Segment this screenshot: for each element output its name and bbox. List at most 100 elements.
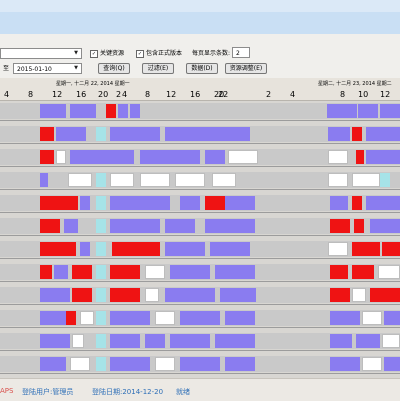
task-block[interactable] <box>145 288 159 302</box>
task-block[interactable] <box>96 173 106 187</box>
calendar-dropdown-icon[interactable]: ▼ <box>72 65 80 72</box>
task-block[interactable] <box>80 311 94 325</box>
task-block[interactable] <box>180 357 220 371</box>
task-block[interactable] <box>70 357 90 371</box>
task-block[interactable] <box>380 173 390 187</box>
task-block[interactable] <box>80 242 90 256</box>
task-block[interactable] <box>180 311 220 325</box>
task-block[interactable] <box>370 288 400 302</box>
resource-adjust-button[interactable]: 资源调整(E) <box>225 63 267 74</box>
task-block[interactable] <box>382 334 400 348</box>
task-block[interactable] <box>220 127 250 141</box>
resource-row[interactable] <box>0 285 400 305</box>
task-block[interactable] <box>366 127 400 141</box>
task-block[interactable] <box>175 173 205 187</box>
task-block[interactable] <box>140 173 170 187</box>
chevron-down-icon[interactable]: ▼ <box>72 50 80 57</box>
task-block[interactable] <box>56 127 86 141</box>
task-block[interactable] <box>220 288 256 302</box>
task-block[interactable] <box>106 104 116 118</box>
task-block[interactable] <box>68 173 92 187</box>
include-official-checkbox[interactable]: ✓ 包含正式版本 <box>136 49 182 58</box>
task-block[interactable] <box>40 173 48 187</box>
task-block[interactable] <box>110 357 150 371</box>
checkbox-checked-icon[interactable]: ✓ <box>136 49 144 58</box>
task-block[interactable] <box>205 196 225 210</box>
task-block[interactable] <box>96 127 106 141</box>
task-block[interactable] <box>328 242 348 256</box>
task-block[interactable] <box>328 150 348 164</box>
resource-row[interactable] <box>0 101 400 121</box>
task-block[interactable] <box>155 311 175 325</box>
task-block[interactable] <box>40 150 54 164</box>
task-block[interactable] <box>80 196 90 210</box>
task-block[interactable] <box>330 334 352 348</box>
task-block[interactable] <box>330 265 348 279</box>
task-block[interactable] <box>330 357 360 371</box>
task-block[interactable] <box>362 311 382 325</box>
task-block[interactable] <box>382 242 400 256</box>
task-block[interactable] <box>354 219 364 233</box>
task-block[interactable] <box>330 196 348 210</box>
task-block[interactable] <box>205 150 225 164</box>
task-block[interactable] <box>370 219 400 233</box>
task-block[interactable] <box>165 242 205 256</box>
task-block[interactable] <box>145 265 165 279</box>
task-block[interactable] <box>356 150 364 164</box>
task-block[interactable] <box>210 242 250 256</box>
task-block[interactable] <box>54 265 68 279</box>
task-block[interactable] <box>40 288 70 302</box>
task-block[interactable] <box>40 104 66 118</box>
task-block[interactable] <box>155 357 175 371</box>
resource-row[interactable] <box>0 193 400 213</box>
task-block[interactable] <box>384 311 400 325</box>
key-resource-checkbox[interactable]: ✓ 关键资源 <box>90 49 124 58</box>
task-block[interactable] <box>110 311 150 325</box>
task-block[interactable] <box>215 265 255 279</box>
task-block[interactable] <box>110 173 134 187</box>
task-block[interactable] <box>40 127 54 141</box>
task-block[interactable] <box>170 265 210 279</box>
resource-row[interactable] <box>0 308 400 328</box>
task-block[interactable] <box>40 219 60 233</box>
task-block[interactable] <box>40 242 76 256</box>
resource-row[interactable] <box>0 354 400 374</box>
resource-row[interactable] <box>0 239 400 259</box>
task-block[interactable] <box>366 150 400 164</box>
query-button[interactable]: 查询(Q) <box>98 63 130 74</box>
per-page-input[interactable]: 2 <box>232 47 250 58</box>
task-block[interactable] <box>352 288 366 302</box>
task-block[interactable] <box>110 288 140 302</box>
task-block[interactable] <box>72 288 92 302</box>
task-block[interactable] <box>330 288 350 302</box>
task-block[interactable] <box>118 104 128 118</box>
task-block[interactable] <box>170 334 210 348</box>
task-block[interactable] <box>40 265 52 279</box>
task-block[interactable] <box>145 334 165 348</box>
checkbox-checked-icon[interactable]: ✓ <box>90 49 98 58</box>
task-block[interactable] <box>96 334 106 348</box>
task-block[interactable] <box>212 173 236 187</box>
task-block[interactable] <box>384 357 400 371</box>
task-block[interactable] <box>225 311 255 325</box>
task-block[interactable] <box>366 196 400 210</box>
task-block[interactable] <box>356 334 380 348</box>
task-block[interactable] <box>110 150 134 164</box>
task-block[interactable] <box>96 311 106 325</box>
task-block[interactable] <box>110 196 170 210</box>
task-block[interactable] <box>352 173 380 187</box>
task-block[interactable] <box>96 265 106 279</box>
task-block[interactable] <box>352 127 362 141</box>
task-block[interactable] <box>96 357 106 371</box>
task-block[interactable] <box>110 219 160 233</box>
task-block[interactable] <box>205 219 255 233</box>
task-block[interactable] <box>328 173 348 187</box>
task-block[interactable] <box>110 265 140 279</box>
task-block[interactable] <box>215 334 255 348</box>
task-block[interactable] <box>70 150 110 164</box>
task-block[interactable] <box>378 265 400 279</box>
task-block[interactable] <box>180 196 200 210</box>
task-block[interactable] <box>130 104 140 118</box>
task-block[interactable] <box>96 196 106 210</box>
task-block[interactable] <box>165 219 195 233</box>
